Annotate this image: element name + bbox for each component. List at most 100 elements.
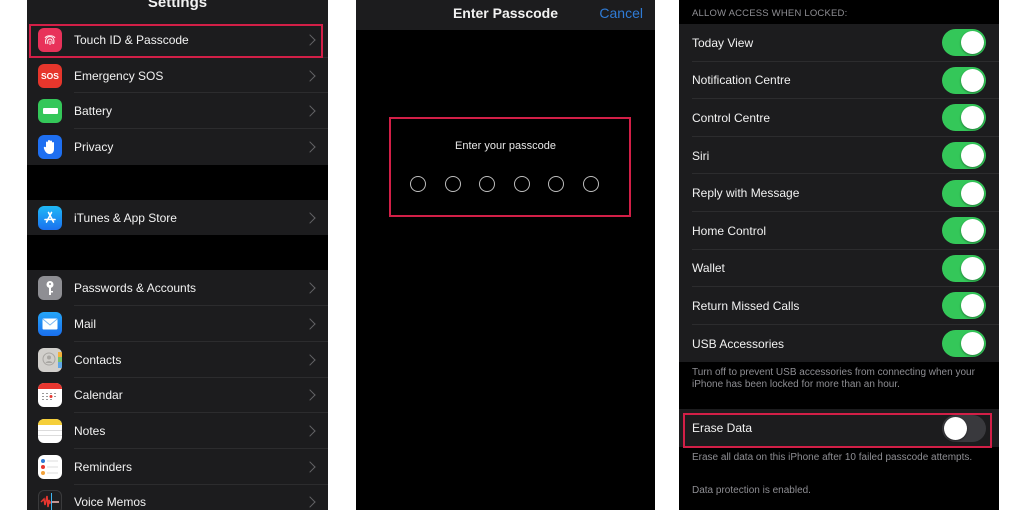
usb-accessories-switch[interactable] [942,330,986,358]
passcode-nav-bar: Enter Passcode Cancel [356,0,655,30]
switch-knob [961,68,984,92]
settings-item-label: Reminders [74,459,133,474]
chevron-right-icon [304,461,316,473]
app-store-icon [38,205,62,230]
erase-data-switch[interactable] [942,414,986,442]
settings-group-1: Touch ID & Passcode SOS Emergency SOS Ba… [27,22,328,165]
switch-knob [961,31,984,55]
toggle-label: Notification Centre [692,73,791,88]
switch-knob [944,416,967,440]
settings-item-privacy[interactable]: Privacy [27,129,328,165]
passcode-input[interactable] [410,176,599,192]
chevron-right-icon [304,105,316,117]
settings-item-label: Privacy [74,139,114,154]
enter-passcode-screen: Enter Passcode Cancel Enter your passcod… [356,0,655,510]
chevron-right-icon [304,496,316,509]
sos-glyph: SOS [41,70,59,81]
passcode-digit-dot [513,176,530,192]
usb-accessories-note: Turn off to prevent USB accessories from… [692,367,975,391]
settings-item-calendar[interactable]: Calendar [27,378,328,414]
passcode-digit-dot [582,176,599,192]
settings-item-label: Mail [74,316,97,331]
settings-group-3: Passwords & Accounts Mail Contacts Calen… [27,270,328,510]
toggle-label: Erase Data [692,421,753,436]
switch-knob [961,106,984,130]
chevron-right-icon [304,353,316,366]
calendar-icon [38,383,62,408]
chevron-right-icon [304,282,316,294]
passcode-digit-dot [479,176,495,192]
control-centre-switch[interactable] [942,104,986,132]
settings-item-notes[interactable]: Notes [27,413,328,449]
notification-centre-switch[interactable] [942,66,986,94]
toggle-row-today-view: Today View [679,24,999,62]
toggle-row-wallet: Wallet [679,249,999,288]
settings-item-label: Voice Memos [74,495,147,510]
return-missed-calls-switch[interactable] [942,292,986,320]
notes-icon [38,419,62,444]
settings-item-label: Notes [74,424,106,439]
toggle-label: Reply with Message [692,186,800,201]
settings-item-battery[interactable]: Battery [27,93,328,130]
settings-item-contacts[interactable]: Contacts [27,342,328,378]
toggle-row-control-centre: Control Centre [679,99,999,137]
key-icon [38,276,62,301]
passcode-prompt: Enter your passcode [455,140,556,152]
toggle-label: Return Missed Calls [692,298,800,313]
sos-icon: SOS [38,63,62,88]
section-header: ALLOW ACCESS WHEN LOCKED: [692,8,848,19]
settings-item-label: Emergency SOS [74,68,164,83]
chevron-right-icon [304,34,316,46]
section-gap [27,235,328,271]
toggle-row-reply-with-message: Reply with Message [679,174,999,212]
settings-item-label: Passwords & Accounts [74,281,197,296]
toggle-row-notification-centre: Notification Centre [679,61,999,100]
chevron-right-icon [304,389,316,402]
toggle-label: Siri [692,148,710,163]
toggle-row-usb-accessories: USB Accessories [679,324,999,363]
toggle-row-erase-data: Erase Data [679,409,999,447]
contacts-icon [38,347,62,372]
settings-title: Settings [147,0,208,11]
settings-group-2: iTunes & App Store [27,199,328,236]
settings-item-passwords-accounts[interactable]: Passwords & Accounts [27,270,328,307]
settings-item-label: Touch ID & Passcode [74,32,189,47]
toggle-row-return-missed-calls: Return Missed Calls [679,287,999,325]
settings-item-reminders[interactable]: Reminders [27,449,328,485]
chevron-right-icon [304,69,316,82]
wallet-switch[interactable] [942,254,986,282]
toggle-row-siri: Siri [679,136,999,175]
reply-with-message-switch[interactable] [942,179,986,207]
settings-item-label: Calendar [74,388,123,403]
hand-icon [38,134,62,159]
home-control-switch[interactable] [942,217,986,245]
siri-switch[interactable] [942,142,986,170]
settings-item-itunes-app-store[interactable]: iTunes & App Store [27,200,328,236]
highlight-box [389,117,631,217]
switch-knob [961,294,984,318]
settings-item-mail[interactable]: Mail [27,306,328,342]
reminders-icon [38,454,62,479]
toggle-label: Control Centre [692,110,771,125]
settings-item-emergency-sos[interactable]: SOS Emergency SOS [27,58,328,94]
switch-knob [961,144,984,168]
chevron-right-icon [304,425,316,437]
passcode-digit-dot [410,176,426,192]
switch-knob [961,332,984,356]
fingerprint-icon [38,27,62,52]
toggle-label: Wallet [692,261,725,276]
chevron-right-icon [304,141,316,153]
allow-access-list: Today View Notification Centre Control Cen… [679,24,999,363]
mail-icon [38,311,62,336]
today-view-switch[interactable] [942,29,986,57]
chevron-right-icon [304,211,316,224]
switch-knob [961,256,984,280]
passcode-digit-dot [548,176,564,192]
settings-item-touch-id-passcode[interactable]: Touch ID & Passcode [27,22,328,58]
settings-item-voice-memos[interactable]: Voice Memos [27,485,328,510]
chevron-right-icon [304,318,316,330]
erase-data-note: Erase all data on this iPhone after 10 f… [692,451,973,463]
settings-item-label: iTunes & App Store [74,210,177,225]
section-gap [27,164,328,200]
cancel-button[interactable]: Cancel [599,5,643,21]
